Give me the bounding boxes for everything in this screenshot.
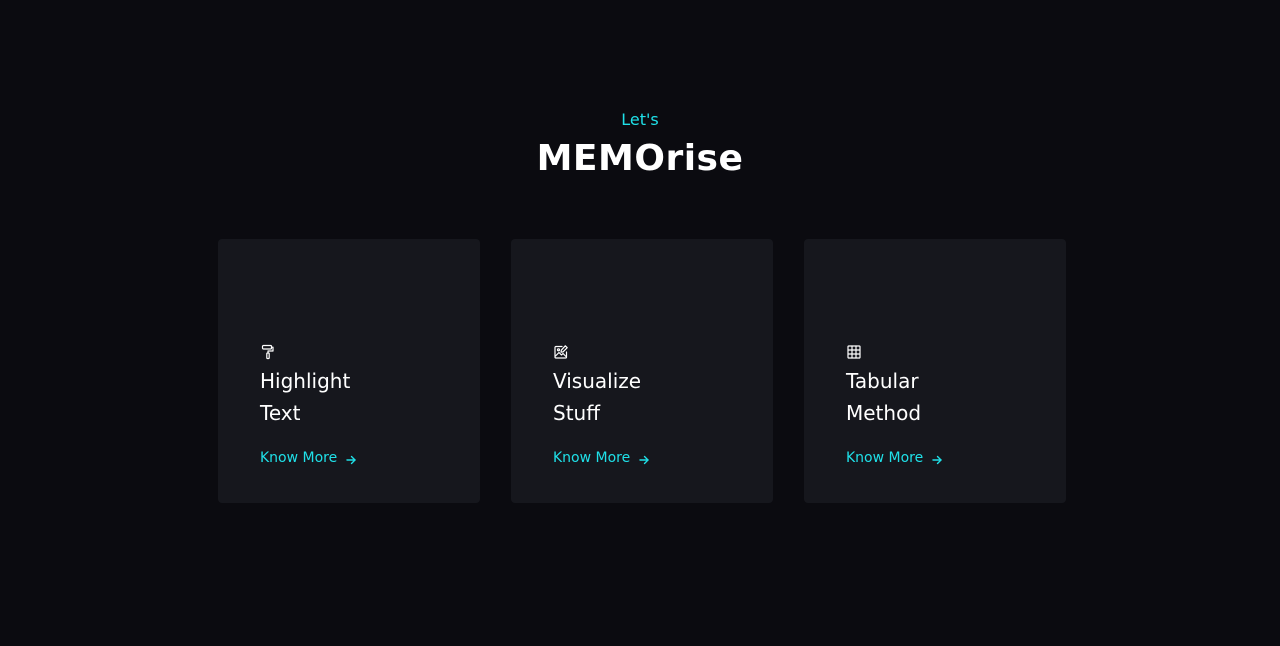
know-more-label: Know More xyxy=(846,450,924,466)
know-more-label: Know More xyxy=(260,450,338,466)
arrow-right-icon xyxy=(638,452,650,465)
arrow-right-icon xyxy=(345,452,357,465)
card-title: Highlight Text xyxy=(260,365,440,429)
card-title-line: Highlight xyxy=(260,369,351,393)
card-title: Tabular Method xyxy=(846,365,1026,429)
feature-card-visualize-stuff: Visualize Stuff Know More xyxy=(511,239,773,503)
know-more-link[interactable]: Know More xyxy=(260,448,357,468)
edit-image-icon xyxy=(553,344,569,360)
feature-card-highlight-text: Highlight Text Know More xyxy=(218,239,480,503)
feature-card-tabular-method: Tabular Method Know More xyxy=(804,239,1066,503)
page-title: MEMOrise xyxy=(536,138,744,179)
eyebrow-text: Let's xyxy=(621,110,659,129)
card-title-line: Visualize xyxy=(553,369,642,393)
know-more-link[interactable]: Know More xyxy=(553,448,650,468)
card-title: Visualize Stuff xyxy=(553,365,733,429)
arrow-right-icon xyxy=(931,452,943,465)
know-more-link[interactable]: Know More xyxy=(846,448,943,468)
know-more-label: Know More xyxy=(553,450,631,466)
paint-roller-icon xyxy=(260,344,276,360)
card-title-line: Stuff xyxy=(553,401,600,425)
table-icon xyxy=(846,344,862,360)
card-title-line: Method xyxy=(846,401,922,425)
card-title-line: Tabular xyxy=(846,369,919,393)
card-title-line: Text xyxy=(260,401,301,425)
